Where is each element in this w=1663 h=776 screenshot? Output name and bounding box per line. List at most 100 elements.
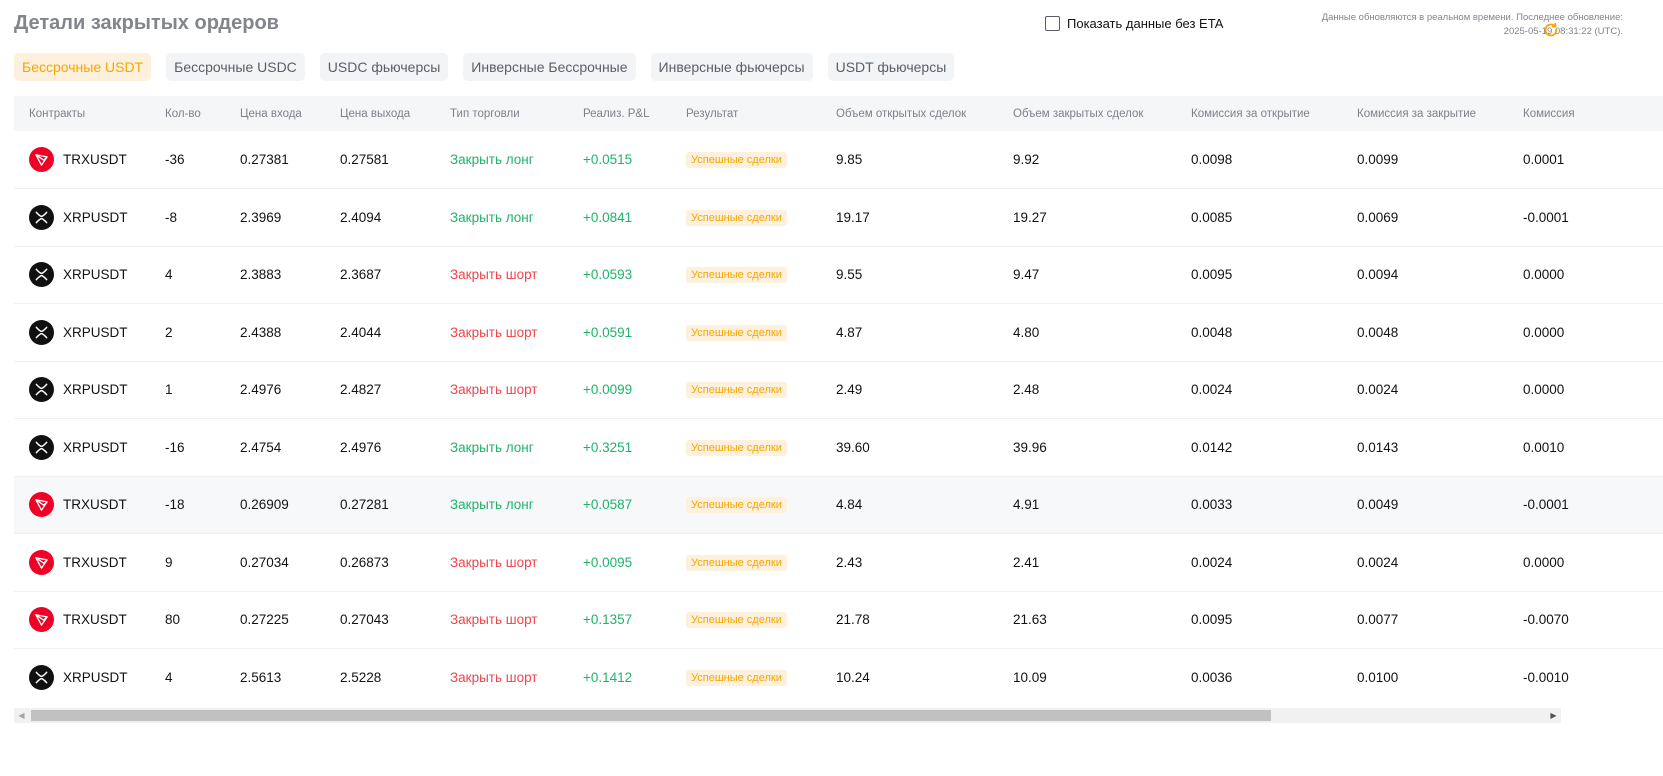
open-volume-cell: 39.60 — [836, 439, 870, 455]
contract[interactable]: XRPUSDT — [29, 319, 150, 345]
column-header: Комиссия за открытие — [1191, 107, 1310, 120]
tab-2[interactable]: Бессрочные USDC — [166, 53, 305, 81]
eta-toggle[interactable]: Показать данные без ETA — [1045, 16, 1223, 31]
open-fee-cell: 0.0098 — [1191, 152, 1233, 167]
quantity-cell: 1 — [165, 382, 173, 398]
contract[interactable]: XRPUSDT — [29, 204, 150, 230]
trx-coin-icon — [29, 549, 54, 575]
refresh-icon[interactable] — [1543, 22, 1559, 38]
tab-4[interactable]: Инверсные Бессрочные — [463, 53, 636, 81]
close-volume-cell: 39.96 — [1013, 439, 1047, 455]
quantity-cell: 4 — [165, 267, 173, 283]
trade-type-cell: Закрыть лонг — [450, 152, 534, 167]
close-fee-cell: 0.0077 — [1357, 612, 1399, 628]
quantity-cell: -16 — [165, 439, 185, 455]
xrp-coin-icon — [29, 434, 54, 460]
closed-orders-table: Контракты Кол-во Цена входа Цена выхода Тип … — [14, 96, 1663, 706]
tab-3[interactable]: USDC фьючерсы — [319, 53, 449, 81]
scroll-right-icon[interactable]: ▶ — [1546, 708, 1561, 723]
fee-cell: 0.0000 — [1523, 267, 1565, 283]
close-volume-cell: 9.47 — [1013, 267, 1040, 283]
realized-pnl-cell: +0.1357 — [583, 612, 633, 628]
xrp-coin-icon — [29, 204, 54, 230]
trade-type-cell: Закрыть лонг — [450, 209, 534, 225]
product-tabs: Бессрочные USDT Бессрочные USDC USDC фьюче… — [14, 53, 955, 81]
contract[interactable]: XRPUSDT — [29, 262, 150, 288]
fee-cell: 0.0000 — [1523, 324, 1565, 340]
open-fee-cell: 0.0085 — [1191, 209, 1233, 225]
result-cell: Успешные сделки — [671, 361, 821, 419]
contract[interactable]: TRXUSDT — [29, 549, 150, 575]
close-fee-cell: 0.0069 — [1357, 209, 1399, 225]
close-volume-cell: 2.41 — [1013, 554, 1040, 570]
trx-coin-icon — [29, 147, 54, 172]
trade-type-cell: Закрыть шорт — [450, 612, 538, 628]
open-fee-cell: 0.0048 — [1191, 324, 1233, 340]
table-row[interactable]: XRPUSDT -8 2.3969 2.4094 Закрыть лонг +0.0841… — [14, 189, 1663, 247]
entry-price-cell: 0.27225 — [240, 612, 289, 628]
contract[interactable]: TRXUSDT — [29, 607, 150, 633]
contract[interactable]: TRXUSDT — [29, 147, 150, 172]
quantity-cell: -8 — [165, 209, 178, 225]
table-row[interactable]: XRPUSDT -16 2.4754 2.4976 Закрыть лонг +0.325… — [14, 419, 1663, 476]
open-volume-cell: 19.17 — [836, 209, 870, 225]
contract-cell: TRXUSDT — [14, 591, 150, 649]
open-fee-cell: 0.0033 — [1191, 497, 1233, 513]
table-row[interactable]: XRPUSDT 4 2.3883 2.3687 Закрыть шорт +0.0593 У… — [14, 246, 1663, 304]
column-header: Контракты — [29, 107, 86, 120]
quantity-cell: -18 — [165, 497, 185, 513]
fee-cell: -0.0001 — [1523, 209, 1569, 225]
tab-1[interactable]: Бессрочные USDT — [14, 53, 152, 81]
horizontal-scrollbar[interactable]: ◀ ▶ — [14, 708, 1561, 723]
table-row[interactable]: XRPUSDT 4 2.5613 2.5228 Закрыть шорт +0.1412 У… — [14, 649, 1663, 706]
contract-cell: XRPUSDT — [14, 189, 150, 247]
contract[interactable]: TRXUSDT — [29, 492, 150, 518]
table-row[interactable]: XRPUSDT 1 2.4976 2.4827 Закрыть шорт +0.0099 У… — [14, 361, 1663, 419]
result-badge: Успешные сделки — [686, 267, 787, 284]
open-volume-cell: 9.85 — [836, 152, 863, 167]
fee-cell: 0.0000 — [1523, 554, 1565, 570]
result-badge: Успешные сделки — [686, 152, 787, 168]
close-volume-cell: 21.63 — [1013, 612, 1047, 628]
scroll-thumb[interactable] — [31, 710, 1271, 721]
trx-coin-icon — [29, 607, 54, 633]
fee-cell: 0.0000 — [1523, 382, 1565, 398]
table-row[interactable]: TRXUSDT 9 0.27034 0.26873 Закрыть шорт +0.009… — [14, 534, 1663, 591]
update-info: Данные обновляются в реальном времени. П… — [1283, 11, 1623, 38]
result-badge: Успешные сделки — [686, 324, 787, 341]
contract[interactable]: XRPUSDT — [29, 664, 150, 690]
exit-price-cell: 2.4044 — [340, 324, 382, 340]
result-cell: Успешные сделки — [671, 591, 821, 649]
trade-type-cell: Закрыть шорт — [450, 267, 538, 283]
xrp-coin-icon — [29, 262, 54, 288]
open-volume-cell: 4.84 — [836, 497, 863, 513]
contract[interactable]: XRPUSDT — [29, 377, 150, 403]
entry-price-cell: 0.26909 — [240, 497, 289, 513]
exit-price-cell: 2.4094 — [340, 209, 382, 225]
table-row[interactable]: TRXUSDT -36 0.27381 0.27581 Закрыть лонг +0.0… — [14, 131, 1663, 189]
entry-price-cell: 2.4388 — [240, 324, 282, 340]
trade-type-cell: Закрыть лонг — [450, 497, 534, 513]
table-row[interactable]: XRPUSDT 2 2.4388 2.4044 Закрыть шорт +0.0591 У… — [14, 304, 1663, 361]
close-fee-cell: 0.0100 — [1357, 669, 1399, 685]
xrp-coin-icon — [29, 664, 54, 690]
result-badge: Успешные сделки — [686, 209, 787, 226]
fee-cell: 0.0001 — [1523, 152, 1565, 167]
fee-cell: -0.0010 — [1523, 669, 1569, 685]
eta-checkbox[interactable] — [1045, 16, 1060, 31]
contract-symbol: XRPUSDT — [63, 669, 128, 685]
contract-symbol: XRPUSDT — [63, 324, 128, 340]
contract[interactable]: XRPUSDT — [29, 434, 150, 460]
contract-symbol: TRXUSDT — [63, 612, 127, 628]
open-volume-cell: 2.43 — [836, 554, 863, 570]
xrp-coin-icon — [29, 377, 54, 403]
tab-6[interactable]: USDT фьючерсы — [827, 53, 955, 81]
close-fee-cell: 0.0048 — [1357, 324, 1399, 340]
table-row[interactable]: TRXUSDT 80 0.27225 0.27043 Закрыть шорт +0.13… — [14, 591, 1663, 649]
table-row[interactable]: TRXUSDT -18 0.26909 0.27281 Закрыть лонг +0.0… — [14, 476, 1663, 534]
scroll-left-icon[interactable]: ◀ — [14, 708, 29, 723]
result-badge: Успешные сделки — [686, 554, 787, 571]
realized-pnl-cell: +0.0591 — [583, 324, 633, 340]
entry-price-cell: 0.27381 — [240, 152, 289, 167]
tab-5[interactable]: Инверсные фьючерсы — [650, 53, 813, 81]
